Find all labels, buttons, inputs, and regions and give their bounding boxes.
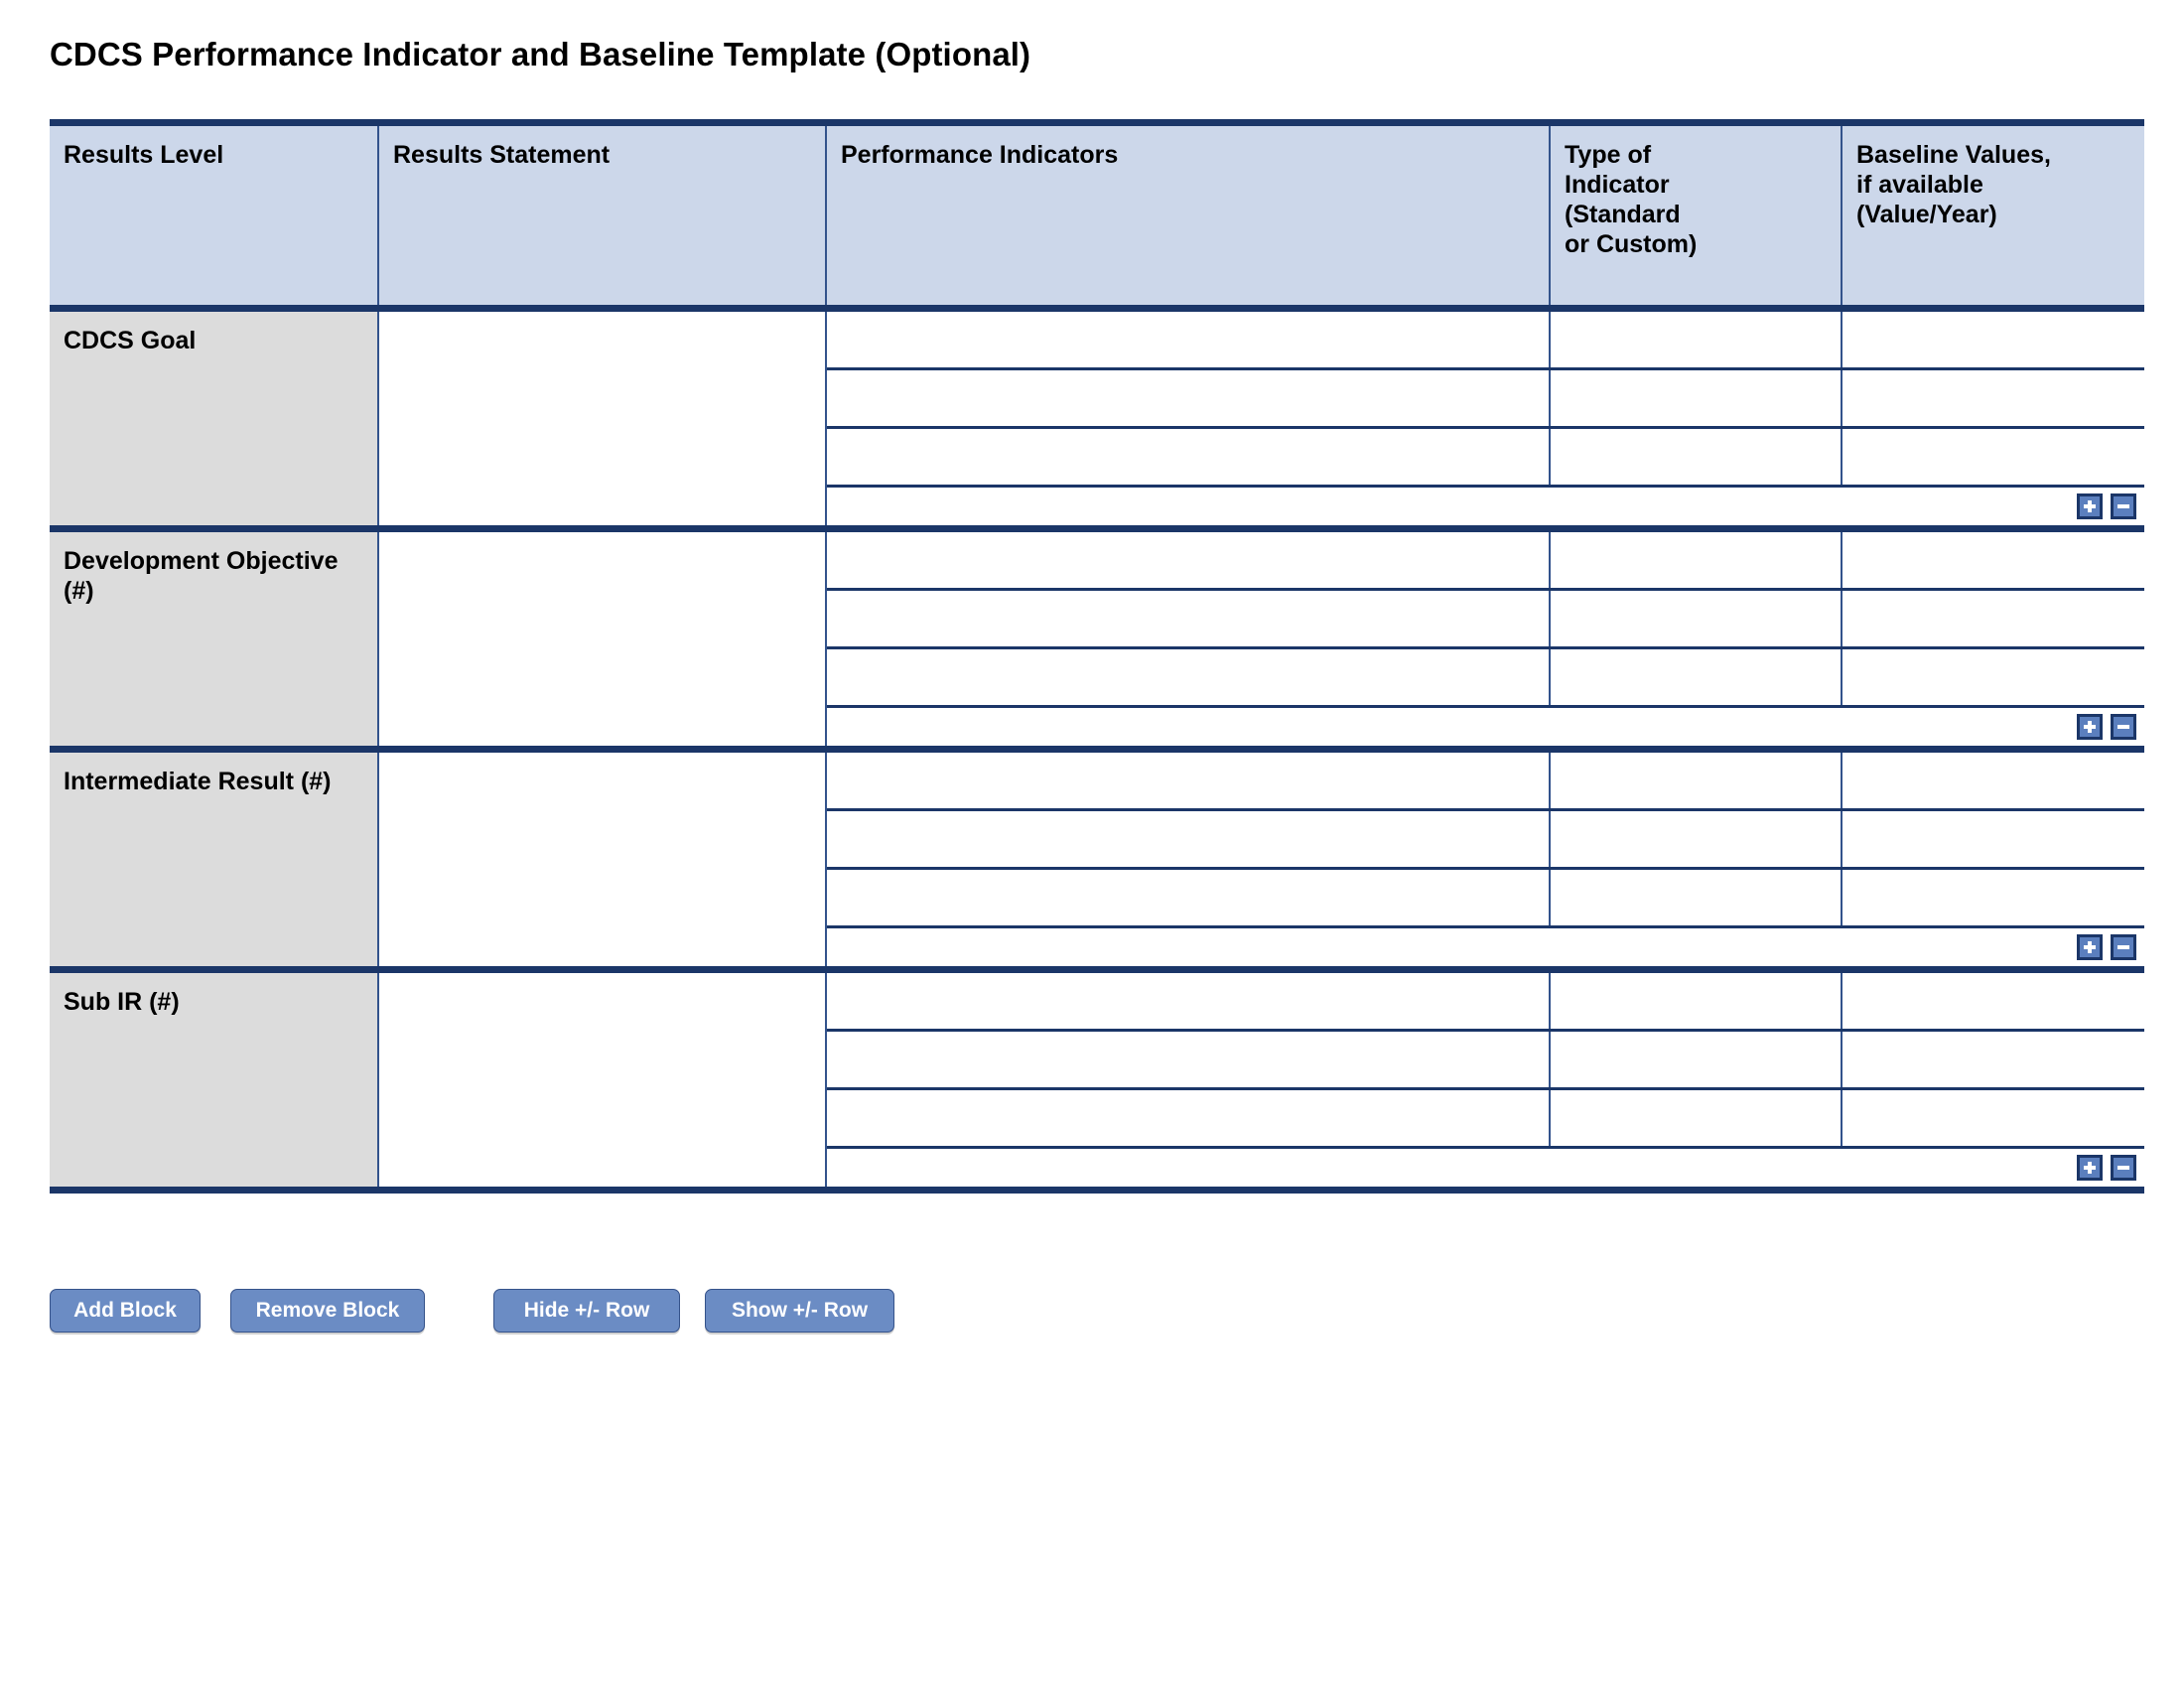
type-of-indicator-field[interactable] bbox=[1551, 870, 1843, 925]
baseline-value-field[interactable] bbox=[1843, 312, 2144, 367]
type-of-indicator-field[interactable] bbox=[1551, 973, 1843, 1029]
type-of-indicator-field[interactable] bbox=[1551, 1032, 1843, 1087]
page-title: CDCS Performance Indicator and Baseline … bbox=[50, 36, 1031, 72]
add-indicator-row-button[interactable] bbox=[2077, 1155, 2103, 1181]
baseline-value-field[interactable] bbox=[1843, 649, 2144, 705]
results-level-label: Sub IR (#) bbox=[50, 973, 379, 1187]
indicator-row bbox=[827, 870, 2144, 928]
indicator-row bbox=[827, 1090, 2144, 1149]
minus-icon bbox=[2117, 945, 2129, 949]
type-of-indicator-field[interactable] bbox=[1551, 429, 1843, 485]
page-root: CDCS Performance Indicator and Baseline … bbox=[0, 0, 2184, 1688]
results-level-label: CDCS Goal bbox=[50, 312, 379, 525]
performance-indicator-table: Results Level Results Statement Performa… bbox=[50, 119, 2144, 1194]
plus-minus-row bbox=[827, 708, 2144, 746]
column-header-baseline-values: Baseline Values, if available (Value/Yea… bbox=[1856, 141, 2051, 228]
indicator-row bbox=[827, 429, 2144, 488]
baseline-value-field[interactable] bbox=[1843, 1032, 2144, 1087]
indicator-row bbox=[827, 649, 2144, 708]
baseline-value-field[interactable] bbox=[1843, 811, 2144, 867]
results-statement-field[interactable] bbox=[379, 973, 827, 1187]
indicator-rows-group bbox=[827, 753, 2144, 966]
performance-indicator-field[interactable] bbox=[827, 870, 1551, 925]
results-block-intermediate-result: Intermediate Result (#) bbox=[50, 753, 2144, 973]
baseline-value-field[interactable] bbox=[1843, 370, 2144, 426]
remove-indicator-row-button[interactable] bbox=[2111, 714, 2136, 740]
show-plus-minus-row-button[interactable]: Show +/- Row bbox=[705, 1289, 894, 1333]
indicator-rows-group bbox=[827, 312, 2144, 525]
performance-indicator-field[interactable] bbox=[827, 1090, 1551, 1146]
indicator-rows-group bbox=[827, 973, 2144, 1187]
remove-block-button[interactable]: Remove Block bbox=[230, 1289, 425, 1333]
type-of-indicator-field[interactable] bbox=[1551, 532, 1843, 588]
results-level-label: Development Objective (#) bbox=[50, 532, 379, 746]
indicator-row bbox=[827, 753, 2144, 811]
performance-indicator-field[interactable] bbox=[827, 811, 1551, 867]
results-block-development-objective: Development Objective (#) bbox=[50, 532, 2144, 753]
column-header-type-of-indicator: Type of Indicator (Standard or Custom) bbox=[1551, 126, 1843, 305]
results-statement-field[interactable] bbox=[379, 312, 827, 525]
indicator-row bbox=[827, 973, 2144, 1032]
results-block-cdcs-goal: CDCS Goal bbox=[50, 312, 2144, 532]
indicator-rows-group bbox=[827, 532, 2144, 746]
results-statement-field[interactable] bbox=[379, 753, 827, 966]
plus-icon-vertical bbox=[2088, 1162, 2092, 1174]
performance-indicator-field[interactable] bbox=[827, 649, 1551, 705]
indicator-row bbox=[827, 811, 2144, 870]
performance-indicator-field[interactable] bbox=[827, 429, 1551, 485]
column-header-results-statement: Results Statement bbox=[379, 126, 827, 305]
add-indicator-row-button[interactable] bbox=[2077, 934, 2103, 960]
performance-indicator-field[interactable] bbox=[827, 591, 1551, 646]
type-of-indicator-field[interactable] bbox=[1551, 753, 1843, 808]
plus-icon-vertical bbox=[2088, 721, 2092, 733]
table-header-row: Results Level Results Statement Performa… bbox=[50, 126, 2144, 312]
column-header-performance-indicators: Performance Indicators bbox=[827, 126, 1551, 305]
performance-indicator-field[interactable] bbox=[827, 1032, 1551, 1087]
type-of-indicator-field[interactable] bbox=[1551, 811, 1843, 867]
indicator-row bbox=[827, 1032, 2144, 1090]
plus-minus-row bbox=[827, 928, 2144, 966]
baseline-value-field[interactable] bbox=[1843, 429, 2144, 485]
minus-icon bbox=[2117, 725, 2129, 729]
baseline-value-field[interactable] bbox=[1843, 753, 2144, 808]
performance-indicator-field[interactable] bbox=[827, 753, 1551, 808]
plus-icon-vertical bbox=[2088, 941, 2092, 953]
performance-indicator-field[interactable] bbox=[827, 312, 1551, 367]
indicator-row bbox=[827, 532, 2144, 591]
baseline-value-field[interactable] bbox=[1843, 870, 2144, 925]
indicator-row bbox=[827, 312, 2144, 370]
results-statement-field[interactable] bbox=[379, 532, 827, 746]
column-header-results-level: Results Level bbox=[50, 126, 379, 305]
remove-indicator-row-button[interactable] bbox=[2111, 493, 2136, 519]
results-level-label: Intermediate Result (#) bbox=[50, 753, 379, 966]
add-block-button[interactable]: Add Block bbox=[50, 1289, 201, 1333]
remove-indicator-row-button[interactable] bbox=[2111, 934, 2136, 960]
type-of-indicator-field[interactable] bbox=[1551, 649, 1843, 705]
minus-icon bbox=[2117, 1166, 2129, 1170]
indicator-row bbox=[827, 591, 2144, 649]
performance-indicator-field[interactable] bbox=[827, 973, 1551, 1029]
type-of-indicator-field[interactable] bbox=[1551, 370, 1843, 426]
remove-indicator-row-button[interactable] bbox=[2111, 1155, 2136, 1181]
type-of-indicator-field[interactable] bbox=[1551, 591, 1843, 646]
hide-plus-minus-row-button[interactable]: Hide +/- Row bbox=[493, 1289, 680, 1333]
results-block-sub-ir: Sub IR (#) bbox=[50, 973, 2144, 1187]
add-indicator-row-button[interactable] bbox=[2077, 714, 2103, 740]
baseline-value-field[interactable] bbox=[1843, 1090, 2144, 1146]
indicator-row bbox=[827, 370, 2144, 429]
type-of-indicator-field[interactable] bbox=[1551, 312, 1843, 367]
baseline-value-field[interactable] bbox=[1843, 591, 2144, 646]
plus-minus-row bbox=[827, 488, 2144, 525]
add-indicator-row-button[interactable] bbox=[2077, 493, 2103, 519]
baseline-value-field[interactable] bbox=[1843, 973, 2144, 1029]
plus-icon-vertical bbox=[2088, 500, 2092, 512]
performance-indicator-field[interactable] bbox=[827, 370, 1551, 426]
type-of-indicator-field[interactable] bbox=[1551, 1090, 1843, 1146]
baseline-value-field[interactable] bbox=[1843, 532, 2144, 588]
performance-indicator-field[interactable] bbox=[827, 532, 1551, 588]
minus-icon bbox=[2117, 504, 2129, 508]
plus-minus-row bbox=[827, 1149, 2144, 1187]
